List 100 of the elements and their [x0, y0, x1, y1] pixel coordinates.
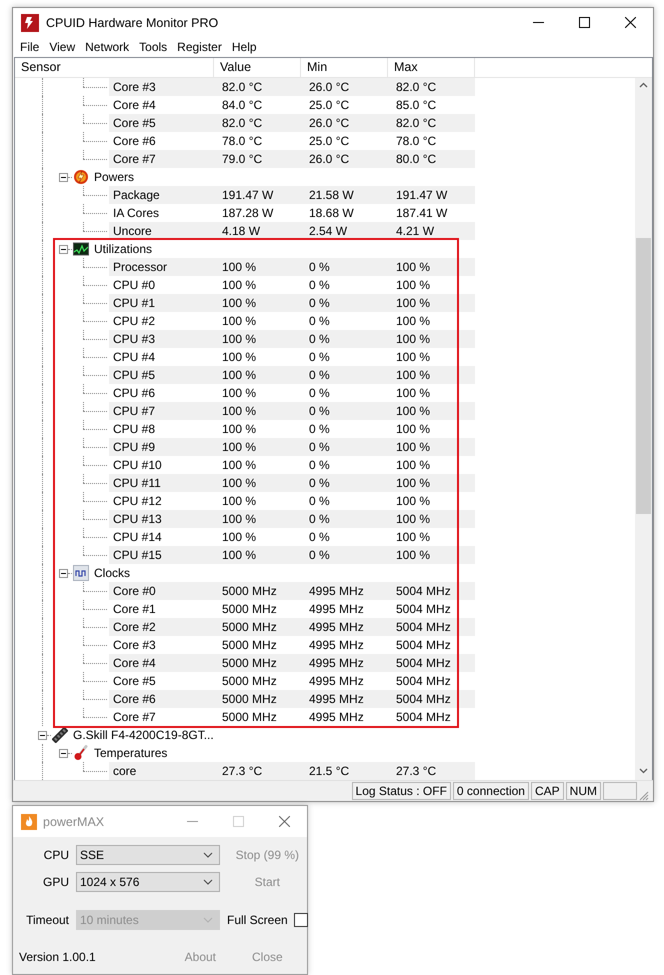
sensor-label: Core #1 — [112, 602, 156, 616]
column-header[interactable]: Sensor — [15, 58, 214, 77]
sensor-group[interactable]: Temperatures — [94, 746, 168, 760]
sensor-label: CPU #3 — [112, 332, 156, 346]
maximize-icon[interactable] — [578, 17, 590, 28]
table-cell-text: 100 % — [221, 278, 256, 292]
wave-icon — [73, 565, 89, 581]
table-cell-text: 5004 MHz — [395, 602, 451, 616]
scrollbar[interactable] — [635, 78, 652, 780]
table-cell-text: 100 % — [395, 458, 430, 472]
collapse-icon[interactable] — [59, 568, 68, 578]
sensor-label: CPU #7 — [112, 404, 156, 418]
collapse-icon[interactable] — [59, 172, 68, 182]
table-cell-text: 4995 MHz — [308, 674, 364, 688]
sensor-group[interactable]: Powers — [94, 170, 134, 184]
table-cell-text: 0 % — [308, 278, 330, 292]
table-cell-text: 0 % — [308, 548, 330, 562]
sensor-label: Core #2 — [112, 620, 156, 634]
table-cell-text: 100 % — [395, 548, 430, 562]
sensor-label: CPU #5 — [112, 368, 156, 382]
table-cell-text: 100 % — [221, 548, 256, 562]
table-cell-text: 191.47 W — [221, 188, 274, 202]
table-cell-text: 5000 MHz — [221, 692, 277, 706]
checkbox[interactable] — [294, 913, 308, 927]
table-cell-text: 0 % — [308, 386, 330, 400]
table-cell-text: 100 % — [221, 332, 256, 346]
collapse-icon[interactable] — [59, 244, 68, 254]
table-cell-text: 187.28 W — [221, 206, 274, 220]
table-cell-text: 0 % — [308, 296, 330, 310]
dropdown[interactable]: 1024 x 576 — [76, 872, 220, 892]
table-cell-text: 18.68 W — [308, 206, 354, 220]
table-cell-text: 100 % — [395, 512, 430, 526]
table-cell-text: 100 % — [221, 404, 256, 418]
table-cell-text: 5000 MHz — [221, 710, 277, 724]
sensor-label: CPU #6 — [112, 386, 156, 400]
menu-item[interactable]: Network — [80, 40, 134, 54]
collapse-icon[interactable] — [38, 730, 47, 740]
app-icon — [21, 14, 39, 32]
table-cell-text: 4995 MHz — [308, 710, 364, 724]
table-cell-text: 187.41 W — [395, 206, 448, 220]
table-cell-text: 100 % — [221, 386, 256, 400]
chevron-icon[interactable] — [203, 852, 213, 858]
table-cell-text: 85.0 °C — [395, 98, 436, 112]
table-cell-text: 100 % — [395, 494, 430, 508]
sensor-label: Core #6 — [112, 692, 156, 706]
menu-item[interactable]: Register — [172, 40, 227, 54]
sensor-label: CPU #10 — [112, 458, 162, 472]
chevron-icon[interactable] — [203, 879, 213, 885]
sensor-label: Core #4 — [112, 98, 156, 112]
sensor-label: Core #7 — [112, 152, 156, 166]
menu-item[interactable]: File — [15, 40, 44, 54]
table-cell-text: 82.0 °C — [221, 80, 262, 94]
table-cell-text: 5004 MHz — [395, 638, 451, 652]
sensor-label: CPU #4 — [112, 350, 156, 364]
table-cell-text: 5004 MHz — [395, 674, 451, 688]
table-cell-text: 100 % — [395, 368, 430, 382]
flame-icon — [21, 814, 37, 830]
collapse-icon[interactable] — [59, 748, 68, 758]
close-icon[interactable] — [624, 17, 636, 28]
sensor-label: Uncore — [112, 224, 152, 238]
table-cell-text: 5004 MHz — [395, 710, 451, 724]
menu-item[interactable]: Tools — [134, 40, 172, 54]
table-cell-text: 100 % — [221, 296, 256, 310]
sensor-label: Core #5 — [112, 116, 156, 130]
dropdown[interactable]: SSE — [76, 845, 220, 865]
table-cell-text: 84.0 °C — [221, 98, 262, 112]
resize-grip-icon[interactable] — [639, 791, 649, 801]
table-cell-text: 0 % — [308, 512, 330, 526]
table-cell-text: 4.21 W — [395, 224, 434, 238]
sensor-group[interactable]: Utilizations — [94, 242, 152, 256]
sensor-label: CPU #8 — [112, 422, 156, 436]
table-cell-text: 4995 MHz — [308, 602, 364, 616]
menu-item[interactable]: Help — [226, 40, 262, 54]
table-cell-text: 4995 MHz — [308, 656, 364, 670]
column-header[interactable]: Value — [214, 58, 301, 77]
table-cell-text: 0 % — [308, 260, 330, 274]
table-cell-text: 27.3 °C — [395, 764, 436, 778]
table-cell-text: 100 % — [221, 314, 256, 328]
table-cell-text: 100 % — [395, 260, 430, 274]
column-header[interactable]: Min — [301, 58, 388, 77]
table-cell-text: 5000 MHz — [221, 584, 277, 598]
status-panel: Log Status : OFF — [352, 782, 451, 800]
table-cell-text: 79.0 °C — [221, 152, 262, 166]
memory-stick-icon — [52, 727, 68, 743]
table-cell-text: 0 % — [308, 458, 330, 472]
table-cell-text: 0 % — [308, 494, 330, 508]
field-label: CPU — [42, 848, 69, 862]
sensor-group[interactable]: G.Skill F4-4200C19-8GT... — [73, 728, 214, 742]
table-cell-text: 100 % — [395, 332, 430, 346]
table-cell-text: 0 % — [308, 440, 330, 454]
menu-item[interactable]: View — [44, 40, 80, 54]
table-cell-text: 100 % — [395, 440, 430, 454]
status-panel: CAP — [530, 782, 564, 800]
sensor-label: IA Cores — [112, 206, 160, 220]
sensor-label: Processor — [112, 260, 168, 274]
sensor-group[interactable]: Clocks — [94, 566, 130, 580]
table-cell-text: 25.0 °C — [308, 134, 350, 148]
table-cell-text: 100 % — [221, 350, 256, 364]
column-header[interactable]: Max — [388, 58, 475, 77]
sensor-label: CPU #0 — [112, 278, 156, 292]
